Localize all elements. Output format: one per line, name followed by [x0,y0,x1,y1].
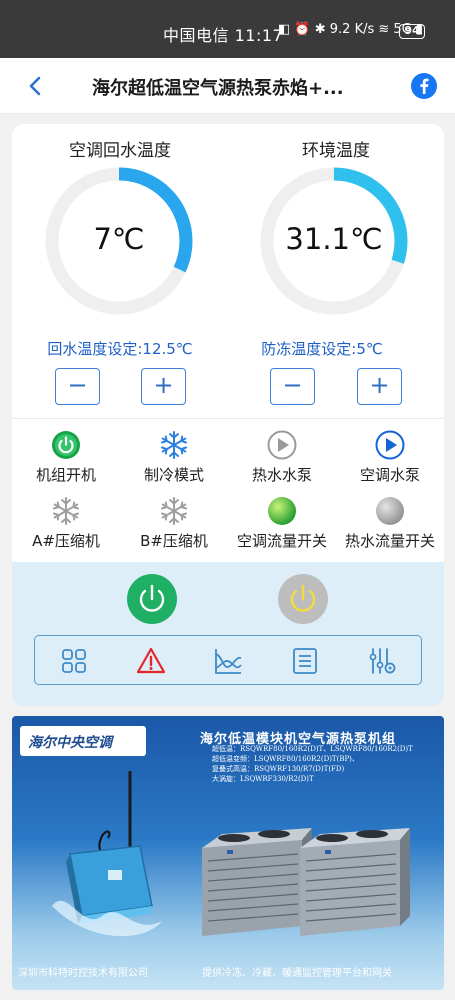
power-off-button[interactable] [278,574,328,624]
status-hot-water-flow-switch: 热水流量开关 [336,496,444,551]
play-grey-icon [267,430,297,460]
product-illustration [52,771,410,937]
function-toolbar [34,635,422,685]
page-title: 海尔超低温空气源热泵赤焰+... [92,78,344,99]
system-status-bar: 中国电信 11:17 ◧ ⏰ ✱ 9.2 K/s ≋ 5G ▮ 94 [0,0,455,58]
status-unit-power: 机组开机 [12,430,120,485]
status-compressor-b: B#压缩机 [120,496,228,551]
antifreeze-increase-button[interactable]: + [357,368,402,405]
carrier-time: 中国电信 11:17 [163,26,284,45]
facebook-icon [411,73,437,99]
snowflake-icon [161,431,187,459]
advertisement-banner[interactable]: 海尔中央空调 海尔低温模块机空气源热泵机组 超低温：RSQWRF80/160R2… [12,716,444,990]
return-water-decrease-button[interactable]: − [55,368,100,405]
setpoint-label-antifreeze: 防冻温度设定:5℃ [261,340,383,358]
status-label: 机组开机 [35,466,96,484]
status-ac-flow-switch: 空调流量开关 [228,496,336,551]
settings-button[interactable] [367,646,397,676]
battery-icon: 94 [399,24,425,39]
play-blue-icon [375,430,405,460]
header-bar: 海尔超低温空气源热泵赤焰+... [0,58,455,114]
status-hot-water-pump: 热水水泵 [228,430,336,485]
gauge-label-return-water: 空调回水温度 [69,141,171,161]
chevron-left-icon [29,76,41,96]
gauge-value-ambient: 31.1℃ [285,222,383,256]
device-panel: 空调回水温度 7℃ 环境温度 31.1℃ 回水温度设定:12.5℃ − + 防冻… [12,124,444,706]
grey-dot-icon [376,497,404,525]
power-icon [139,584,165,612]
company-slogan: 提供冷冻、冷藏、暖通监控管理平台和网关 [202,968,392,979]
chart-button[interactable] [213,646,243,676]
grid-icon [62,649,86,673]
banner-footer: 深圳市科特时控技术有限公司 提供冷冻、冷藏、暖通监控管理平台和网关 [18,964,438,979]
grid-button[interactable] [59,646,89,676]
settings-sliders-icon [369,648,396,674]
snowflake-grey-icon [161,497,187,525]
status-label: 空调流量开关 [236,532,327,550]
status-ac-water-pump: 空调水泵 [336,430,444,485]
power-icon [290,584,316,612]
alarm-icon [136,647,166,674]
chart-icon [215,649,242,674]
gauge-label-ambient: 环境温度 [302,141,370,161]
status-label: 空调水泵 [359,466,420,484]
alarm-button[interactable] [136,646,166,676]
brand-logo: 海尔中央空调 [20,726,146,756]
status-label: B#压缩机 [140,532,208,550]
list-button[interactable] [290,646,320,676]
control-panel [12,562,444,706]
status-label: 热水水泵 [251,466,312,484]
snowflake-grey-icon [53,497,79,525]
company-name: 深圳市科特时控技术有限公司 [18,968,148,979]
power-on-icon [52,431,80,459]
status-label: 制冷模式 [143,466,204,484]
back-button[interactable] [22,72,50,100]
gauge-value-return-water: 7℃ [93,222,145,256]
divider [12,418,444,419]
power-on-button[interactable] [127,574,177,624]
status-compressor-a: A#压缩机 [12,496,120,551]
share-facebook-button[interactable] [410,72,438,104]
antifreeze-decrease-button[interactable]: − [270,368,315,405]
list-icon [293,648,317,674]
status-label: A#压缩机 [32,532,100,550]
return-water-increase-button[interactable]: + [141,368,186,405]
status-cooling-mode: 制冷模式 [120,430,228,485]
setpoint-label-return-water: 回水温度设定:12.5℃ [47,340,193,358]
green-dot-icon [268,497,296,525]
status-label: 热水流量开关 [344,532,435,550]
